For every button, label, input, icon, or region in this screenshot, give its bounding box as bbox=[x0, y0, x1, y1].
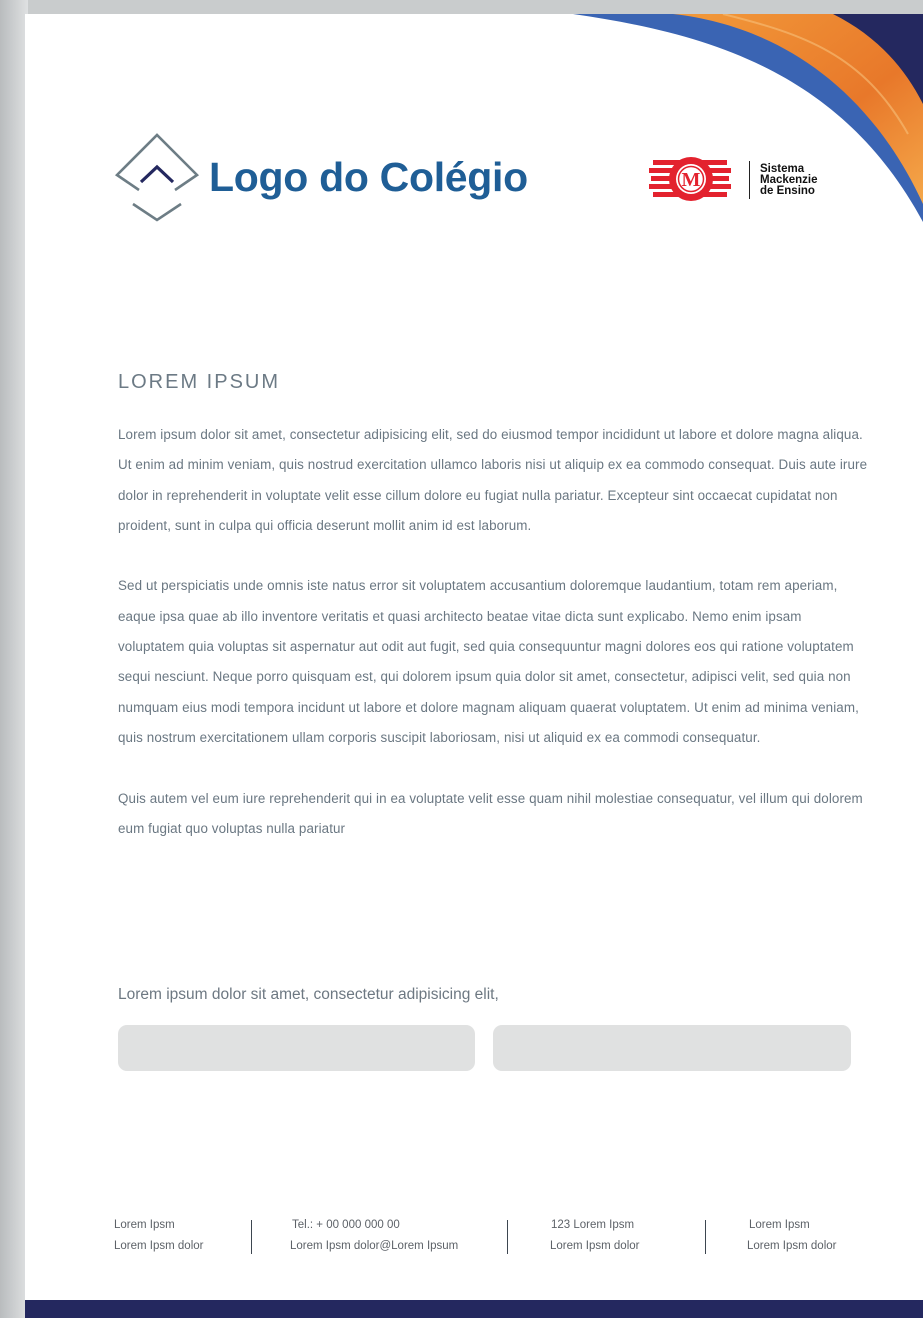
signature-field-right[interactable] bbox=[493, 1025, 851, 1071]
signature-prompt: Lorem ipsum dolor sit amet, consectetur … bbox=[118, 986, 499, 1003]
footer-col4-line1: Lorem Ipsm bbox=[749, 1219, 810, 1231]
mackenzie-line3: de Ensino bbox=[760, 184, 815, 197]
diamond-chevron-logo-icon bbox=[114, 133, 200, 222]
footer-column-3: 123 Lorem Ipsm Lorem Ipsm dolor bbox=[550, 1215, 639, 1257]
paragraph-3: Quis autem vel eum iure reprehenderit qu… bbox=[118, 790, 863, 836]
footer-col3-line1: 123 Lorem Ipsm bbox=[551, 1219, 635, 1231]
svg-text:M: M bbox=[682, 169, 701, 191]
footer-col1-line1: Lorem Ipsm bbox=[114, 1219, 175, 1231]
footer-col4-line2: Lorem Ipsm dolor bbox=[747, 1240, 837, 1252]
paragraph-2: Sed ut perspiciatis unde omnis iste natu… bbox=[118, 578, 859, 745]
footer-column-4: Lorem Ipsm Lorem Ipsm dolor bbox=[747, 1215, 836, 1257]
document-body: Lorem ipsum dolor sit amet, consectetur … bbox=[118, 420, 868, 874]
mackenzie-line1: Sistema bbox=[760, 162, 805, 175]
school-logo-text: Logo do Colégio bbox=[209, 153, 528, 200]
footer-col3-line2: Lorem Ipsm dolor bbox=[550, 1240, 640, 1252]
mackenzie-logo-text: Sistema Mackenzie de Ensino bbox=[760, 162, 818, 197]
footer-col1-line2: Lorem Ipsm dolor bbox=[114, 1240, 204, 1252]
logo-divider bbox=[749, 161, 750, 199]
document-heading: LOREM IPSUM bbox=[118, 371, 281, 393]
footer-color-bar bbox=[25, 1300, 923, 1318]
footer-divider bbox=[507, 1220, 508, 1254]
footer-column-1: Lorem Ipsm Lorem Ipsm dolor bbox=[114, 1215, 203, 1257]
footer-divider bbox=[705, 1220, 706, 1254]
footer-divider bbox=[251, 1220, 252, 1254]
school-logo: Logo do Colégio bbox=[109, 130, 528, 224]
signature-field-left[interactable] bbox=[118, 1025, 475, 1071]
paragraph-1: Lorem ipsum dolor sit amet, consectetur … bbox=[118, 427, 868, 533]
mackenzie-line2: Mackenzie bbox=[760, 173, 818, 186]
footer-col2-line1: Tel.: + 00 000 000 00 bbox=[292, 1219, 400, 1231]
mackenzie-logo: M Sistema Mackenzie de Ensino bbox=[647, 152, 818, 208]
footer-column-2: Tel.: + 00 000 000 00 Lorem Ipsm dolor@L… bbox=[290, 1215, 458, 1257]
footer-col2-line2: Lorem Ipsm dolor@Lorem Ipsum bbox=[290, 1240, 459, 1252]
letterhead-page: Logo do Colégio M Sistema Mackenzie de E… bbox=[25, 14, 923, 1318]
page-shadow bbox=[0, 0, 28, 1318]
mackenzie-emblem-icon: M bbox=[649, 157, 731, 201]
